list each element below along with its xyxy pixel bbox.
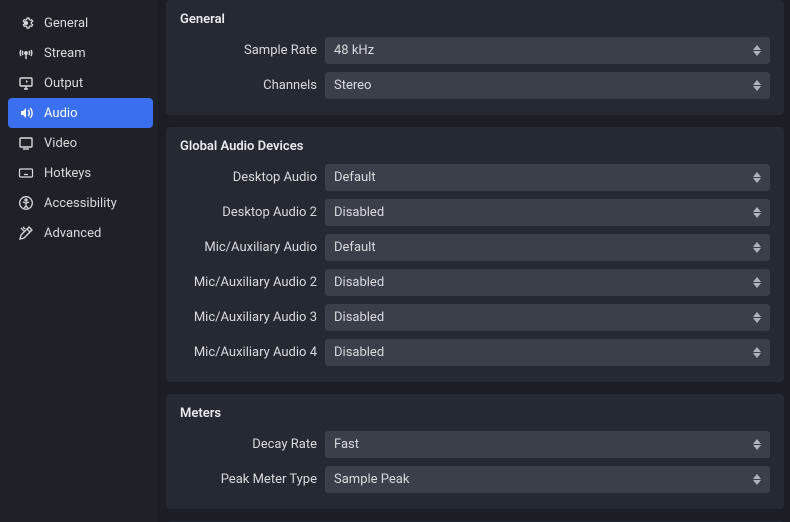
spin-icon	[750, 277, 764, 288]
row-mic-aux-3: Mic/Auxiliary Audio 3 Disabled	[180, 304, 770, 331]
sidebar-item-label: Hotkeys	[44, 166, 91, 181]
label-peak-meter-type: Peak Meter Type	[180, 472, 325, 487]
row-peak-meter-type: Peak Meter Type Sample Peak	[180, 466, 770, 493]
sidebar-item-audio[interactable]: Audio	[8, 98, 153, 128]
combo-peak-meter-type[interactable]: Sample Peak	[325, 466, 770, 493]
combo-mic-aux[interactable]: Default	[325, 234, 770, 261]
combo-value: Disabled	[334, 310, 750, 325]
combo-decay-rate[interactable]: Fast	[325, 431, 770, 458]
tools-icon	[18, 225, 34, 241]
combo-mic-aux-2[interactable]: Disabled	[325, 269, 770, 296]
sidebar-item-label: Output	[44, 76, 83, 91]
row-mic-aux-4: Mic/Auxiliary Audio 4 Disabled	[180, 339, 770, 366]
combo-value: 48 kHz	[334, 43, 750, 58]
spin-icon	[750, 45, 764, 56]
spin-icon	[750, 439, 764, 450]
sidebar-item-label: Advanced	[44, 226, 101, 241]
speaker-icon	[18, 105, 34, 121]
sidebar-item-label: Stream	[44, 46, 86, 61]
label-mic-aux-3: Mic/Auxiliary Audio 3	[180, 310, 325, 325]
gear-icon	[18, 15, 34, 31]
spin-icon	[750, 207, 764, 218]
spin-icon	[750, 347, 764, 358]
accessibility-icon	[18, 195, 34, 211]
label-desktop-audio: Desktop Audio	[180, 170, 325, 185]
sidebar-item-advanced[interactable]: Advanced	[8, 218, 153, 248]
combo-desktop-audio[interactable]: Default	[325, 164, 770, 191]
row-decay-rate: Decay Rate Fast	[180, 431, 770, 458]
row-channels: Channels Stereo	[180, 72, 770, 99]
section-title: Meters	[180, 406, 770, 421]
row-desktop-audio-2: Desktop Audio 2 Disabled	[180, 199, 770, 226]
combo-mic-aux-3[interactable]: Disabled	[325, 304, 770, 331]
combo-value: Sample Peak	[334, 472, 750, 487]
row-mic-aux-2: Mic/Auxiliary Audio 2 Disabled	[180, 269, 770, 296]
label-sample-rate: Sample Rate	[180, 43, 325, 58]
screen-icon	[18, 135, 34, 151]
sidebar-item-video[interactable]: Video	[8, 128, 153, 158]
label-channels: Channels	[180, 78, 325, 93]
sidebar: General Stream Output Audio Video Hotkey…	[0, 0, 158, 522]
combo-value: Disabled	[334, 205, 750, 220]
label-mic-aux-4: Mic/Auxiliary Audio 4	[180, 345, 325, 360]
combo-sample-rate[interactable]: 48 kHz	[325, 37, 770, 64]
section-title: General	[180, 12, 770, 27]
combo-value: Disabled	[334, 345, 750, 360]
settings-main: General Sample Rate 48 kHz Channels Ster…	[158, 0, 790, 522]
row-mic-aux: Mic/Auxiliary Audio Default	[180, 234, 770, 261]
spin-icon	[750, 80, 764, 91]
section-global-audio-devices: Global Audio Devices Desktop Audio Defau…	[166, 127, 784, 382]
spin-icon	[750, 172, 764, 183]
spin-icon	[750, 242, 764, 253]
sidebar-item-label: Video	[44, 136, 77, 151]
sidebar-item-output[interactable]: Output	[8, 68, 153, 98]
antenna-icon	[18, 45, 34, 61]
combo-value: Default	[334, 170, 750, 185]
combo-value: Stereo	[334, 78, 750, 93]
spin-icon	[750, 312, 764, 323]
label-mic-aux-2: Mic/Auxiliary Audio 2	[180, 275, 325, 290]
sidebar-item-label: Audio	[44, 106, 77, 121]
section-general: General Sample Rate 48 kHz Channels Ster…	[166, 0, 784, 115]
combo-value: Disabled	[334, 275, 750, 290]
combo-channels[interactable]: Stereo	[325, 72, 770, 99]
section-title: Global Audio Devices	[180, 139, 770, 154]
row-sample-rate: Sample Rate 48 kHz	[180, 37, 770, 64]
sidebar-item-label: Accessibility	[44, 196, 117, 211]
label-mic-aux: Mic/Auxiliary Audio	[180, 240, 325, 255]
combo-mic-aux-4[interactable]: Disabled	[325, 339, 770, 366]
combo-value: Default	[334, 240, 750, 255]
label-decay-rate: Decay Rate	[180, 437, 325, 452]
sidebar-item-label: General	[44, 16, 88, 31]
monitor-icon	[18, 75, 34, 91]
sidebar-item-general[interactable]: General	[8, 8, 153, 38]
row-desktop-audio: Desktop Audio Default	[180, 164, 770, 191]
sidebar-item-hotkeys[interactable]: Hotkeys	[8, 158, 153, 188]
label-desktop-audio-2: Desktop Audio 2	[180, 205, 325, 220]
combo-value: Fast	[334, 437, 750, 452]
spin-icon	[750, 474, 764, 485]
section-meters: Meters Decay Rate Fast Peak Meter Type S…	[166, 394, 784, 509]
keyboard-icon	[18, 165, 34, 181]
combo-desktop-audio-2[interactable]: Disabled	[325, 199, 770, 226]
sidebar-item-accessibility[interactable]: Accessibility	[8, 188, 153, 218]
sidebar-item-stream[interactable]: Stream	[8, 38, 153, 68]
